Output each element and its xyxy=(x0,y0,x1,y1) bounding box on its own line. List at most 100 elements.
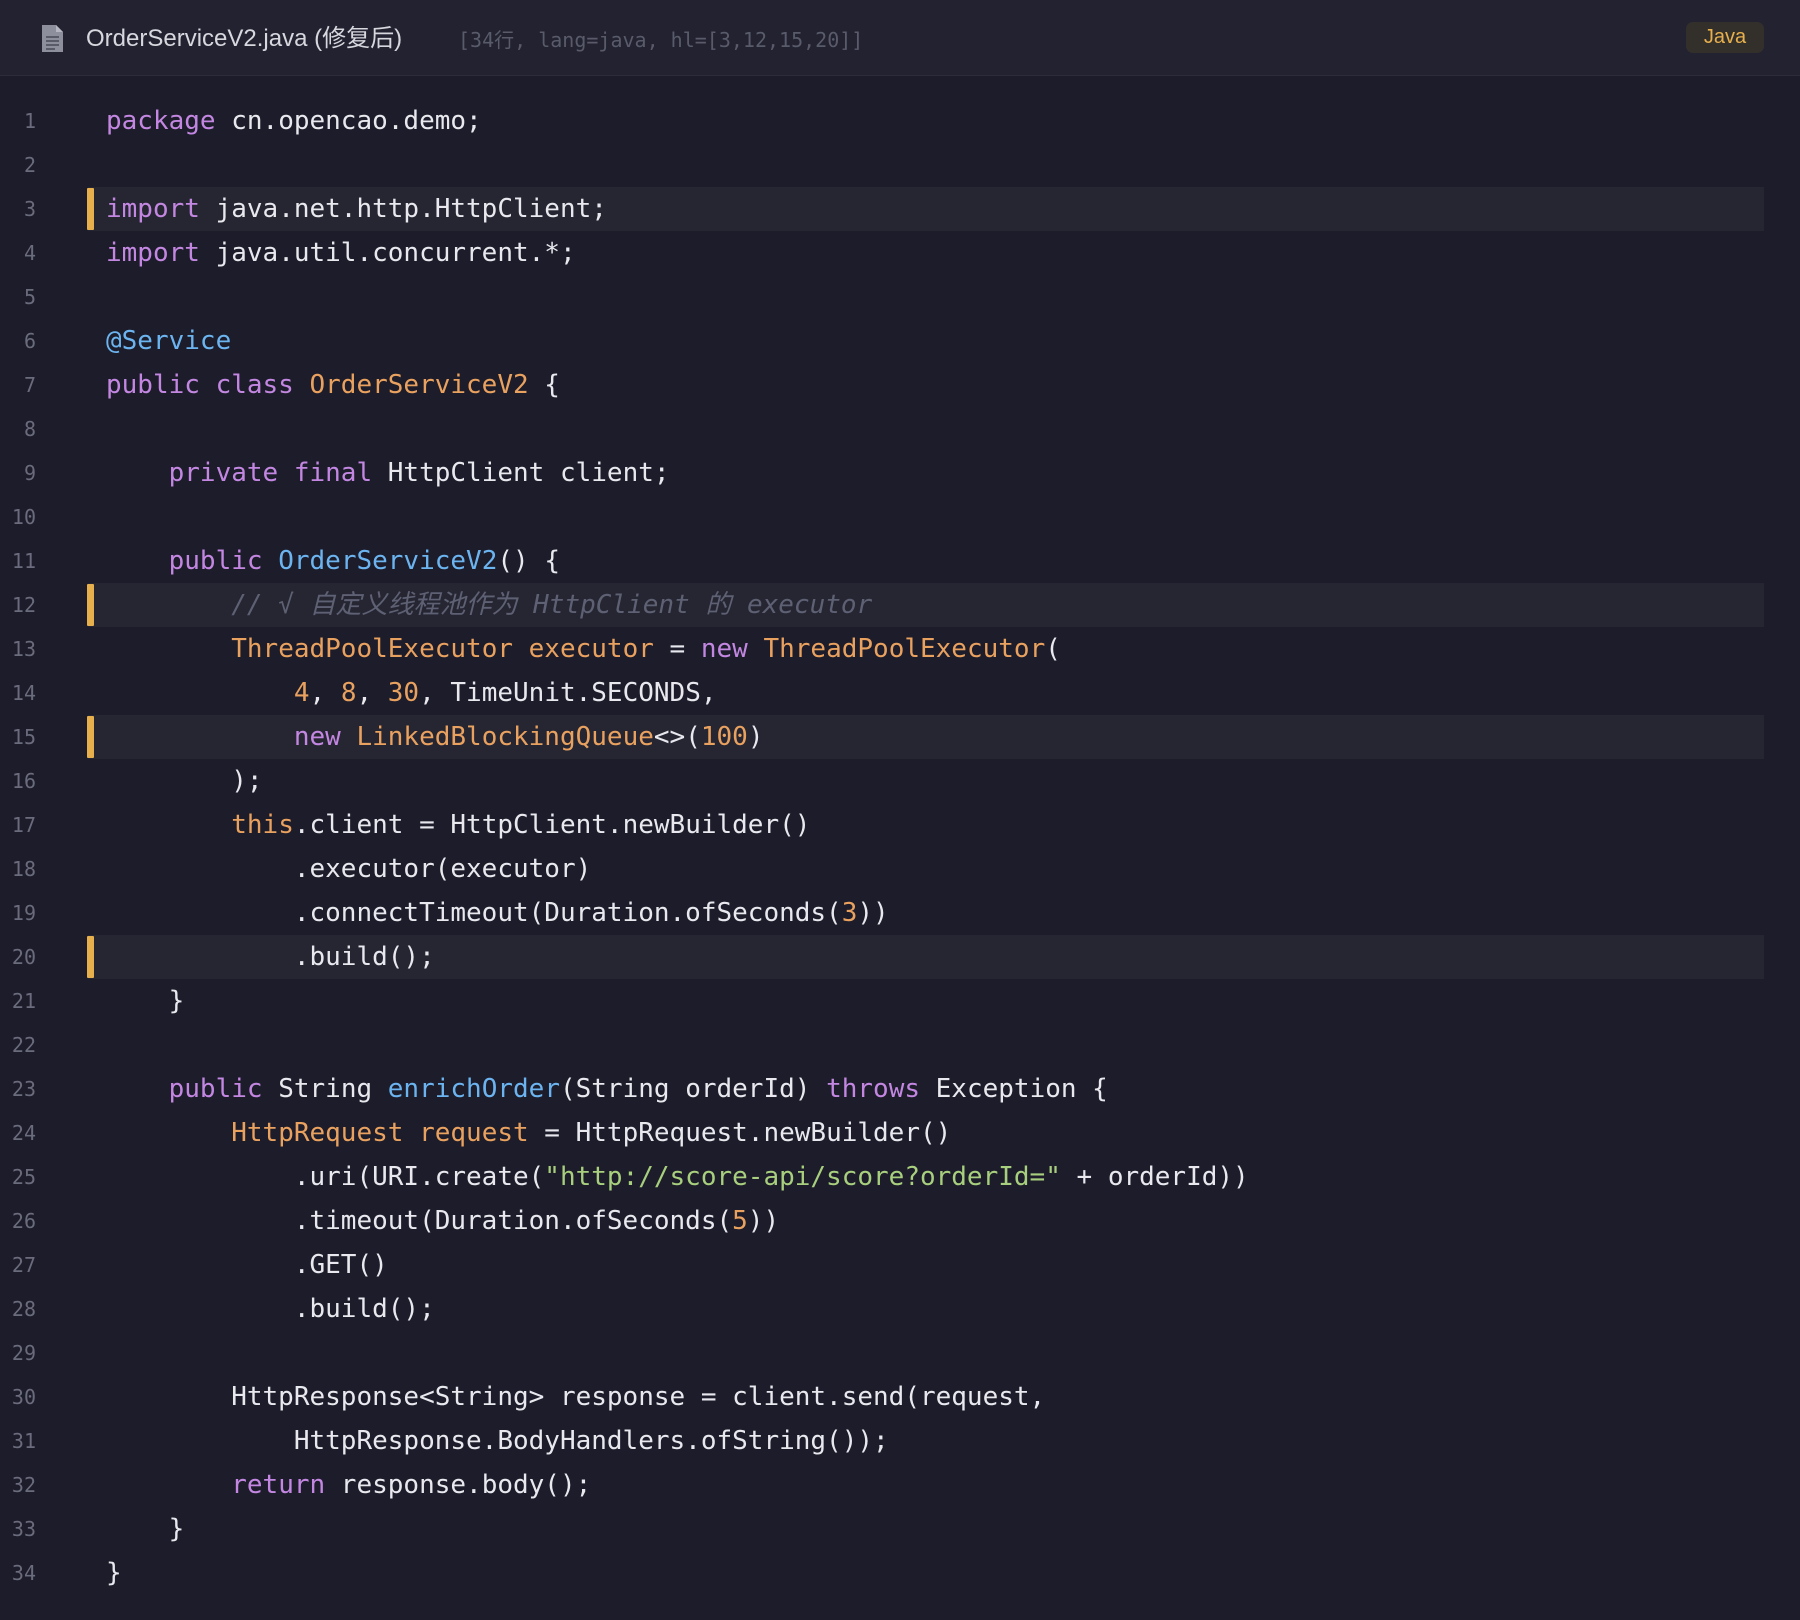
code-token: .executor(executor) xyxy=(106,854,592,884)
code-token: .uri(URI.create( xyxy=(106,1162,545,1192)
code-line: 18 .executor(executor) xyxy=(0,847,1800,891)
code-token: + orderId)) xyxy=(1060,1162,1249,1192)
code-meta: [34行, lang=java, hl=[3,12,15,20]] xyxy=(458,28,864,52)
code-token: .build(); xyxy=(106,1294,435,1324)
code-token: HttpResponse<String> response = client.s… xyxy=(106,1382,1046,1412)
code-token: ( xyxy=(1045,634,1061,664)
code-token: enrichOrder xyxy=(387,1074,560,1104)
code-token: <>( xyxy=(653,722,701,752)
code-token: throws xyxy=(826,1074,920,1104)
code-line: 22 xyxy=(0,1023,1800,1067)
code-token: cn.opencao.demo; xyxy=(215,106,482,136)
code-line: 34} xyxy=(0,1551,1800,1595)
line-source: } xyxy=(106,1551,122,1595)
code-token: HttpResponse.BodyHandlers.ofString()); xyxy=(106,1426,889,1456)
line-source: import java.net.http.HttpClient; xyxy=(106,187,607,231)
code-token: .timeout(Duration.ofSeconds( xyxy=(106,1206,733,1236)
line-number: 26 xyxy=(11,1209,36,1233)
line-source: .build(); xyxy=(106,935,435,979)
code-token: String xyxy=(262,1074,388,1104)
code-token: new xyxy=(293,722,341,752)
code-token: 4 xyxy=(293,678,310,708)
line-source: package cn.opencao.demo; xyxy=(106,99,482,143)
line-source: .timeout(Duration.ofSeconds(5)) xyxy=(106,1199,779,1243)
code-line: 11 public OrderServiceV2() { xyxy=(0,539,1800,583)
code-line: 13 ThreadPoolExecutor executor = new Thr… xyxy=(0,627,1800,671)
code-line: 31 HttpResponse.BodyHandlers.ofString())… xyxy=(0,1419,1800,1463)
language-badge: Java xyxy=(1686,22,1764,53)
line-source: .executor(executor) xyxy=(106,847,591,891)
code-token: { xyxy=(528,370,560,400)
code-token: HttpRequest request xyxy=(231,1118,529,1148)
line-number: 4 xyxy=(23,241,36,265)
code-line: 21 } xyxy=(0,979,1800,1023)
code-line: 20 .build(); xyxy=(0,935,1800,979)
line-number: 27 xyxy=(11,1253,36,1277)
code-token: import xyxy=(106,238,200,268)
code-line: 6 @Service xyxy=(0,319,1800,363)
line-number: 6 xyxy=(23,329,36,353)
code-token: Exception { xyxy=(920,1074,1108,1104)
code-line: 5 xyxy=(0,275,1800,319)
code-line: 19 .connectTimeout(Duration.ofSeconds(3)… xyxy=(0,891,1800,935)
code-token: private final xyxy=(168,458,373,488)
line-source: HttpResponse.BodyHandlers.ofString()); xyxy=(106,1419,889,1463)
code-token: this xyxy=(231,810,294,840)
line-number: 11 xyxy=(11,549,36,573)
line-number: 28 xyxy=(11,1297,36,1321)
code-token: 3 xyxy=(841,898,858,928)
code-token: // √ 自定义线程池作为 HttpClient 的 executor xyxy=(231,590,873,620)
line-source: ThreadPoolExecutor executor = new Thread… xyxy=(106,627,1061,671)
line-source: @Service xyxy=(106,319,231,363)
code-token: = HttpRequest.newBuilder() xyxy=(528,1118,952,1148)
line-number: 12 xyxy=(11,593,36,617)
code-line: 10 xyxy=(0,495,1800,539)
code-token: , xyxy=(356,678,388,708)
code-line: 17 this.client = HttpClient.newBuilder() xyxy=(0,803,1800,847)
code-token: () { xyxy=(497,546,560,576)
code-token: .client = HttpClient.newBuilder() xyxy=(293,810,811,840)
code-line: 23 public String enrichOrder(String orde… xyxy=(0,1067,1800,1111)
line-number: 23 xyxy=(11,1077,36,1101)
code-line: 14 4, 8, 30, TimeUnit.SECONDS, xyxy=(0,671,1800,715)
line-number: 33 xyxy=(11,1517,36,1541)
line-source: private final HttpClient client; xyxy=(106,451,670,495)
line-number: 14 xyxy=(11,681,36,705)
code-token: .GET() xyxy=(106,1250,388,1280)
code-token: } xyxy=(106,986,185,1016)
code-token: (String orderId) xyxy=(559,1074,827,1104)
code-token: "http://score-api/score?orderId=" xyxy=(544,1162,1061,1192)
code-token: 5 xyxy=(732,1206,748,1236)
line-number: 34 xyxy=(11,1561,36,1585)
code-line: 2 xyxy=(0,143,1800,187)
line-number: 30 xyxy=(11,1385,36,1409)
code-token: java.net.http.HttpClient; xyxy=(199,194,607,224)
code-line: 28 .build(); xyxy=(0,1287,1800,1331)
code-line: 32 return response.body(); xyxy=(0,1463,1800,1507)
code-token: } xyxy=(106,1558,122,1588)
code-line: 16 ); xyxy=(0,759,1800,803)
line-source: .connectTimeout(Duration.ofSeconds(3)) xyxy=(106,891,889,935)
code-token: OrderServiceV2 xyxy=(309,370,529,400)
code-token: public class xyxy=(106,370,294,400)
code-line: 26 .timeout(Duration.ofSeconds(5)) xyxy=(0,1199,1800,1243)
code-token: ThreadPoolExecutor executor xyxy=(231,634,654,664)
line-number: 13 xyxy=(11,637,36,661)
code-token: 30 xyxy=(387,678,420,708)
line-source: 4, 8, 30, TimeUnit.SECONDS, xyxy=(106,671,717,715)
code-token: package xyxy=(106,106,216,136)
code-token: public xyxy=(168,546,263,576)
line-number: 21 xyxy=(11,989,36,1013)
